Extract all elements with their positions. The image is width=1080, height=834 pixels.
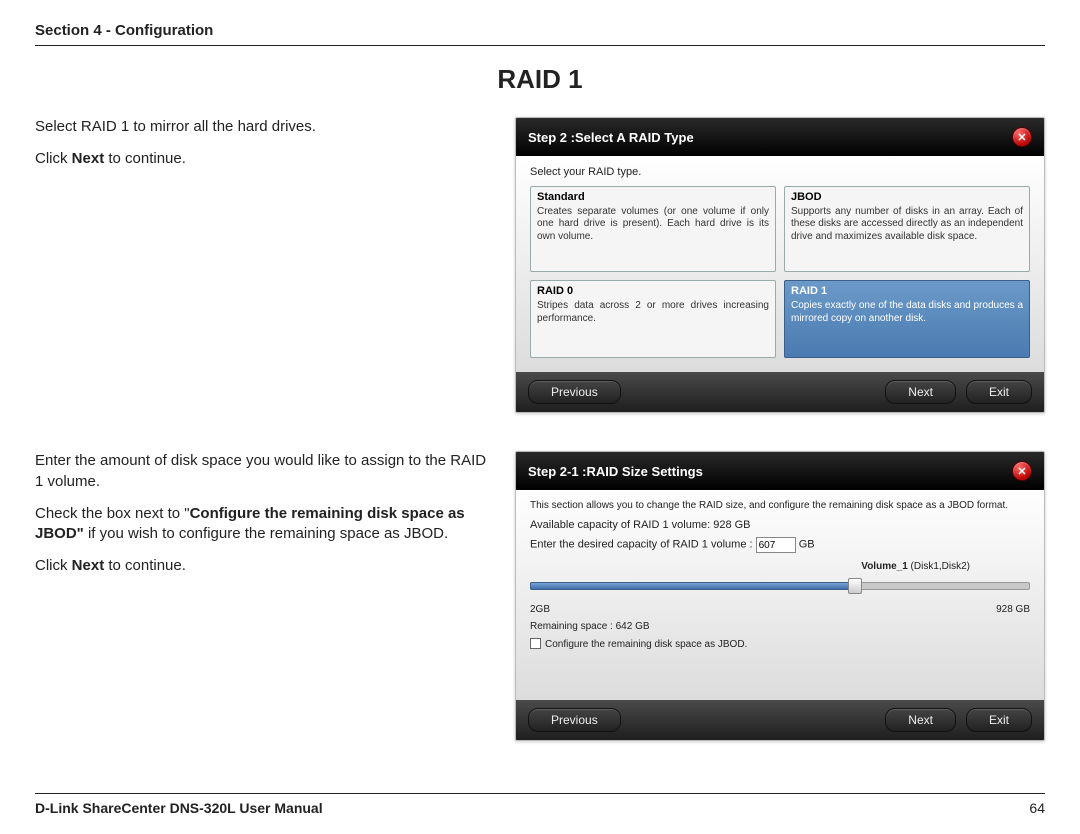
raid-option-standard[interactable]: Standard Creates separate volumes (or on… [530,186,776,272]
raid-option-raid0[interactable]: RAID 0 Stripes data across 2 or more dri… [530,280,776,358]
wizard-title: Step 2 :Select A RAID Type [528,130,694,145]
instruction-text: Select RAID 1 to mirror all the hard dri… [35,117,495,137]
previous-button[interactable]: Previous [528,708,621,732]
wizard-intro: This section allows you to change the RA… [530,500,1030,511]
manual-title: D-Link ShareCenter DNS-320L User Manual [35,800,323,816]
remaining-space: Remaining space : 642 GB [530,621,1030,632]
volume-label: Volume_1 (Disk1,Disk2) [530,561,970,572]
wizard-intro: Select your RAID type. [530,166,1030,178]
capacity-input[interactable] [756,537,796,553]
instruction-text: Click Next to continue. [35,556,495,576]
raid-option-raid1[interactable]: RAID 1 Copies exactly one of the data di… [784,280,1030,358]
slider-min: 2GB [530,604,550,615]
raid-option-jbod[interactable]: JBOD Supports any number of disks in an … [784,186,1030,272]
page-title: RAID 1 [35,64,1045,95]
jbod-checkbox-row[interactable]: Configure the remaining disk space as JB… [530,638,1030,650]
previous-button[interactable]: Previous [528,380,621,404]
instructions-block-2: Enter the amount of disk space you would… [35,451,495,759]
available-capacity: Available capacity of RAID 1 volume: 928… [530,519,1030,531]
instruction-text: Check the box next to "Configure the rem… [35,504,495,545]
wizard-step2: Step 2 :Select A RAID Type ✕ Select your… [515,117,1045,413]
exit-button[interactable]: Exit [966,380,1032,404]
next-button[interactable]: Next [885,380,956,404]
wizard-step2-1: Step 2-1 :RAID Size Settings ✕ This sect… [515,451,1045,741]
size-slider[interactable] [530,574,1030,602]
instructions-block-1: Select RAID 1 to mirror all the hard dri… [35,117,495,431]
close-icon[interactable]: ✕ [1012,461,1032,481]
slider-max: 928 GB [996,604,1030,615]
page-number: 64 [1029,800,1045,816]
instruction-text: Click Next to continue. [35,149,495,169]
checkbox-icon[interactable] [530,638,541,649]
section-header: Section 4 - Configuration [35,22,1045,39]
slider-thumb[interactable] [848,578,862,594]
next-button[interactable]: Next [885,708,956,732]
close-icon[interactable]: ✕ [1012,127,1032,147]
wizard-title: Step 2-1 :RAID Size Settings [528,464,703,479]
instruction-text: Enter the amount of disk space you would… [35,451,495,492]
capacity-field: Enter the desired capacity of RAID 1 vol… [530,537,1030,553]
page-footer: D-Link ShareCenter DNS-320L User Manual … [35,793,1045,816]
exit-button[interactable]: Exit [966,708,1032,732]
